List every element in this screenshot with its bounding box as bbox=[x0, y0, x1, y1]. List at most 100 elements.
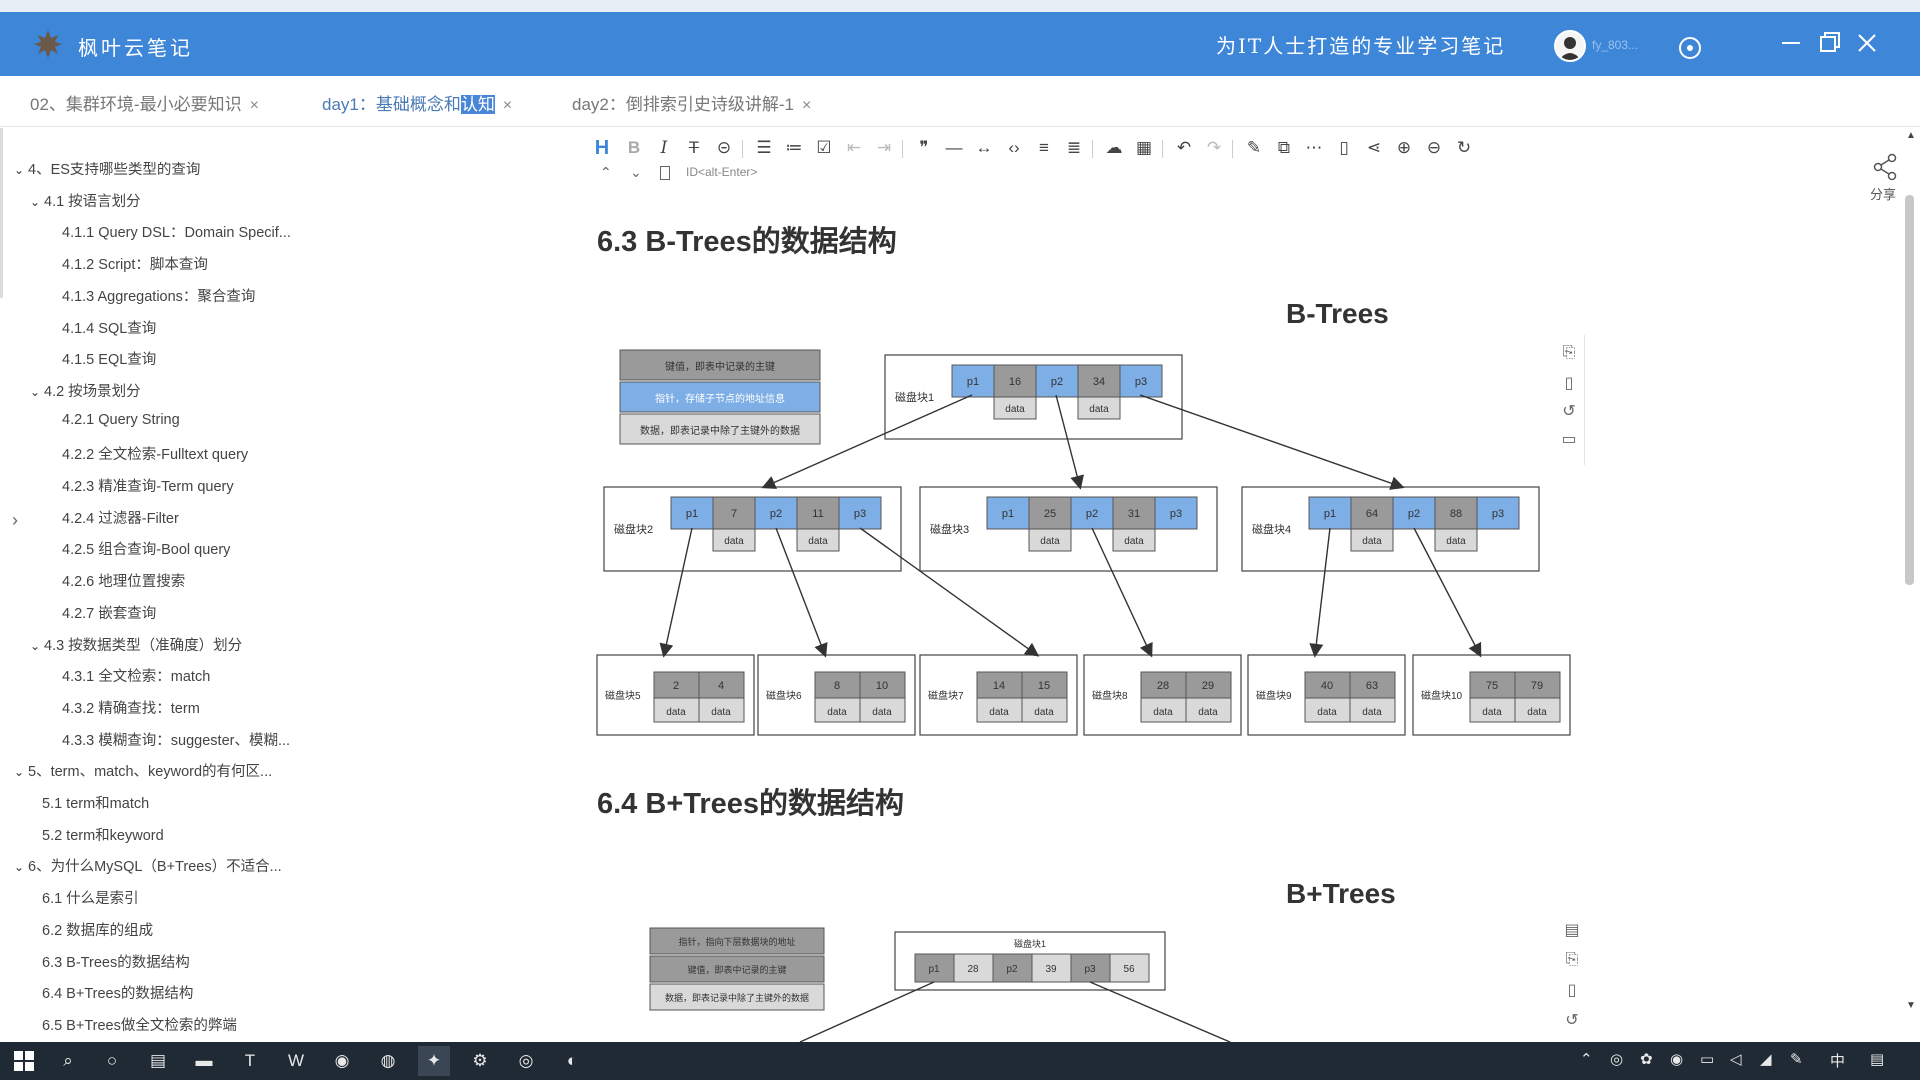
copy-icon[interactable]: ⎘ bbox=[1559, 343, 1579, 363]
tab-day2[interactable]: day2：倒排索引史诗级讲解-1 × bbox=[572, 90, 811, 115]
toc-item[interactable]: 4.3.2 精确查找：term bbox=[62, 697, 200, 718]
chevron-down-icon[interactable]: ⌄ bbox=[30, 195, 44, 209]
share-nodes-icon[interactable]: ⋖ bbox=[1362, 134, 1386, 162]
outdent-icon[interactable]: ⇤ bbox=[842, 134, 866, 162]
settings-gear-icon[interactable]: ⚙ bbox=[464, 1046, 496, 1076]
toc-item[interactable]: 4.2.7 嵌套查询 bbox=[62, 602, 156, 623]
calendar-icon[interactable]: ▤ bbox=[1562, 920, 1582, 940]
toc-item[interactable]: 4.3.3 模糊查询：suggester、模糊... bbox=[62, 729, 290, 750]
close-tab-icon[interactable]: × bbox=[503, 97, 512, 114]
edit-pencil-icon[interactable]: ✎ bbox=[1242, 134, 1266, 162]
toc-item[interactable]: 6.5 B+Trees做全文检索的弊端 bbox=[42, 1014, 237, 1035]
tab-day1[interactable]: day1：基础概念和认知 × bbox=[322, 90, 512, 115]
share-icon[interactable] bbox=[1870, 152, 1900, 182]
tray-browser-icon[interactable]: ◉ bbox=[1670, 1050, 1683, 1068]
toc-item[interactable]: 6.4 B+Trees的数据结构 bbox=[42, 982, 193, 1003]
toc-item[interactable]: 4.2.1 Query String bbox=[62, 412, 180, 428]
chevron-down-icon[interactable]: ⌄ bbox=[14, 860, 28, 874]
search-icon[interactable]: ⌕ bbox=[52, 1046, 84, 1076]
toc-item[interactable]: ⌄ 4、ES支持哪些类型的查询 bbox=[14, 162, 200, 179]
ime-indicator[interactable]: 中 bbox=[1830, 1050, 1845, 1071]
toc-item[interactable]: 4.3.1 全文检索：match bbox=[62, 665, 210, 686]
share-label[interactable]: 分享 bbox=[1870, 184, 1896, 203]
undo-icon[interactable]: ↶ bbox=[1172, 134, 1196, 162]
text-format-icon[interactable]: ≣ bbox=[1062, 134, 1086, 162]
word-icon[interactable]: W bbox=[280, 1046, 312, 1076]
doc-small-icon[interactable] bbox=[660, 166, 670, 180]
close-tab-icon[interactable]: × bbox=[802, 97, 811, 114]
toc-item[interactable]: 4.1.4 SQL查询 bbox=[62, 317, 156, 338]
external-edit-icon[interactable]: ⧉ bbox=[1272, 134, 1296, 162]
chevron-down-icon[interactable]: ⌄ bbox=[30, 385, 44, 399]
upload-icon[interactable]: ☁ bbox=[1102, 134, 1126, 162]
notes-app-taskbar-icon[interactable]: ✦ bbox=[418, 1046, 450, 1076]
indent-icon[interactable]: ⇥ bbox=[872, 134, 896, 162]
browser-icon[interactable]: ◉ bbox=[326, 1046, 358, 1076]
tray-wechat-icon[interactable]: ◎ bbox=[1610, 1050, 1623, 1068]
scroll-down-icon[interactable]: ▼ bbox=[1906, 1000, 1916, 1011]
clipboard-icon[interactable]: ▯ bbox=[1332, 134, 1356, 162]
toc-item[interactable]: 6.3 B-Trees的数据结构 bbox=[42, 951, 190, 972]
horizontal-rule-icon[interactable]: — bbox=[942, 134, 966, 162]
checklist-icon[interactable]: ☑ bbox=[812, 134, 836, 162]
copy-icon[interactable]: ⎘ bbox=[1562, 950, 1582, 970]
next-arrow-icon[interactable]: ⌄ bbox=[630, 164, 642, 181]
zoom-out-icon[interactable]: ⊖ bbox=[1422, 134, 1446, 162]
numbered-list-icon[interactable]: ≔ bbox=[782, 134, 806, 162]
toc-item[interactable]: 4.1.2 Script：脚本查询 bbox=[62, 253, 208, 274]
toc-item[interactable]: 4.2.6 地理位置搜索 bbox=[62, 570, 185, 591]
chevron-down-icon[interactable]: ⌄ bbox=[30, 639, 44, 653]
pen-icon[interactable]: ✎ bbox=[1790, 1050, 1803, 1068]
app-icon[interactable]: ◍ bbox=[372, 1046, 404, 1076]
sidebar-scrollbar[interactable] bbox=[0, 128, 3, 298]
toc-item[interactable]: 4.1.3 Aggregations：聚合查询 bbox=[62, 285, 255, 306]
notification-icon[interactable]: ▤ bbox=[1870, 1050, 1884, 1068]
bullet-list-icon[interactable]: ☰ bbox=[752, 134, 776, 162]
volume-icon[interactable]: ◁ bbox=[1730, 1050, 1742, 1068]
tab-cluster-env[interactable]: 02、集群环境-最小必要知识 × bbox=[30, 90, 259, 115]
table-icon[interactable]: ▦ bbox=[1132, 134, 1156, 162]
heading-icon[interactable]: H bbox=[590, 134, 614, 162]
italic-icon[interactable]: I bbox=[652, 134, 676, 162]
toc-item[interactable]: 4.2.3 精准查询-Term query bbox=[62, 475, 234, 496]
toc-item[interactable]: 6.1 什么是索引 bbox=[42, 887, 139, 908]
toc-item[interactable]: ⌄ 6、为什么MySQL（B+Trees）不适合... bbox=[14, 855, 282, 876]
toc-item[interactable]: 4.2.5 组合查询-Bool query bbox=[62, 538, 230, 559]
wechat-icon[interactable]: ◎ bbox=[510, 1046, 542, 1076]
network-icon[interactable]: ◢ bbox=[1760, 1050, 1772, 1068]
toc-item[interactable]: ⌄ 4.1 按语言划分 bbox=[30, 190, 141, 211]
user-avatar[interactable] bbox=[1554, 30, 1586, 62]
link-icon[interactable]: ⊝ bbox=[712, 134, 736, 162]
toc-item[interactable]: 4.1.5 EQL查询 bbox=[62, 348, 156, 369]
toc-item[interactable]: 4.2.2 全文检索-Fulltext query bbox=[62, 443, 248, 464]
document-icon[interactable]: ▯ bbox=[1562, 980, 1582, 1000]
tray-expand-icon[interactable]: ⌃ bbox=[1580, 1050, 1593, 1068]
settings-icon[interactable] bbox=[1676, 34, 1704, 62]
prev-arrow-icon[interactable]: ⌃ bbox=[600, 164, 612, 181]
restore-icon[interactable] bbox=[1812, 26, 1846, 60]
file-explorer-icon[interactable]: ▬ bbox=[188, 1046, 220, 1076]
minimize-icon[interactable] bbox=[1774, 26, 1808, 60]
strikethrough-icon[interactable]: T bbox=[682, 134, 706, 162]
more-icon[interactable]: ⋯ bbox=[1302, 134, 1326, 162]
history-icon[interactable]: ↺ bbox=[1562, 1010, 1582, 1030]
code-block-icon[interactable]: ‹› bbox=[1002, 134, 1026, 162]
quote-icon[interactable]: ❞ bbox=[912, 134, 936, 162]
toc-item[interactable]: ⌄ 4.2 按场景划分 bbox=[30, 380, 141, 401]
align-icon[interactable]: ≡ bbox=[1032, 134, 1056, 162]
chrome-icon[interactable]: ◐ bbox=[556, 1046, 588, 1076]
toc-item[interactable]: ⌄ 4.3 按数据类型（准确度）划分 bbox=[30, 634, 242, 655]
toc-item[interactable]: 5.1 term和match bbox=[42, 792, 149, 813]
toc-item[interactable]: 4.2.4 过滤器-Filter bbox=[62, 507, 179, 528]
zoom-in-icon[interactable]: ⊕ bbox=[1392, 134, 1416, 162]
inline-code-icon[interactable]: ↔ bbox=[972, 134, 996, 162]
toc-item[interactable]: ⌄ 5、term、match、keyword的有何区... bbox=[14, 760, 272, 781]
scrollbar-thumb[interactable] bbox=[1905, 195, 1914, 585]
toc-item[interactable]: 5.2 term和keyword bbox=[42, 824, 164, 845]
scroll-up-icon[interactable]: ▲ bbox=[1906, 130, 1916, 141]
bold-icon[interactable]: B bbox=[622, 134, 646, 162]
refresh-icon[interactable]: ↻ bbox=[1452, 134, 1476, 162]
history-icon[interactable]: ↺ bbox=[1559, 401, 1579, 421]
document-icon[interactable]: ▯ bbox=[1559, 373, 1579, 393]
expand-sidebar-chevron-icon[interactable]: › bbox=[12, 510, 18, 531]
